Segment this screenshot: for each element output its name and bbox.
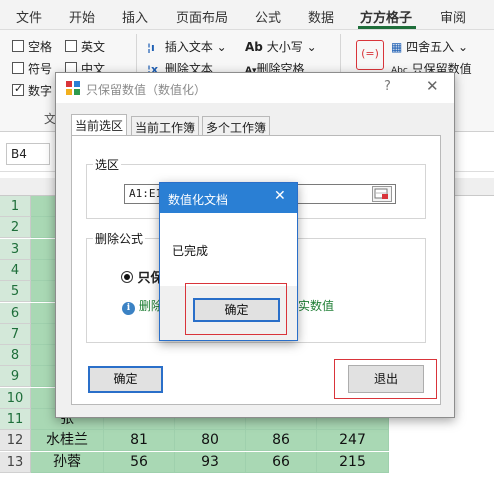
table-cell[interactable]: 93 (175, 452, 246, 473)
round-icon: ▦ (391, 40, 403, 54)
tab-review[interactable]: 审阅 (440, 7, 466, 26)
checkbox-english[interactable]: 英文 (65, 38, 105, 55)
exit-button[interactable]: 退出 (348, 365, 424, 393)
table-cell[interactable]: 247 (317, 430, 389, 451)
table-cell[interactable]: 56 (104, 452, 175, 473)
row-header[interactable]: 7 (0, 324, 31, 345)
message-box: 数值化文档 ✕ 已完成 确定 (159, 182, 298, 341)
row-header[interactable]: 11 (0, 409, 31, 430)
chevron-down-icon: ⌄ (458, 40, 469, 54)
table-cell[interactable]: 66 (246, 452, 317, 473)
checkbox-box[interactable] (12, 62, 24, 74)
tab-fangfang[interactable]: 方方格子 (360, 7, 412, 26)
table-cell[interactable]: 215 (317, 452, 389, 473)
row-header[interactable]: 13 (0, 452, 31, 473)
delete-formula-group-label: 删除公式 (93, 230, 146, 247)
checkbox-symbol[interactable]: 符号 (12, 60, 52, 77)
checkbox-box[interactable] (12, 82, 24, 96)
message-title-bar: 数值化文档 ✕ (160, 183, 297, 213)
message-text: 已完成 (172, 244, 209, 258)
round-label: 四舍五入 (406, 40, 455, 54)
dialog-title: 只保留数值（数值化） (86, 83, 207, 97)
table-cell[interactable]: 孙蓉 (31, 452, 104, 473)
row-header[interactable]: 10 (0, 388, 31, 409)
case-button[interactable]: Ab 大小写 ⌄ (245, 38, 317, 55)
row-header[interactable]: 6 (0, 303, 31, 324)
round-button[interactable]: ▦ 四舍五入 ⌄ (391, 38, 468, 55)
table-cell[interactable]: 80 (175, 430, 246, 451)
row-header[interactable]: 8 (0, 345, 31, 366)
row-header[interactable]: 4 (0, 260, 31, 281)
tab-formulas[interactable]: 公式 (255, 7, 281, 26)
message-title: 数值化文档 (168, 193, 229, 207)
table-cell[interactable]: 水桂兰 (31, 430, 104, 451)
checkbox-label: 英文 (81, 40, 106, 54)
tab-page-layout[interactable]: 页面布局 (176, 7, 228, 26)
app-icon (66, 81, 80, 95)
checkbox-label: 符号 (28, 62, 53, 76)
row-header[interactable]: 3 (0, 239, 31, 260)
insert-text-icon: ¦ı (147, 41, 155, 54)
case-label: 大小写 (266, 40, 303, 54)
message-ok-button[interactable]: 确定 (193, 298, 280, 322)
checkbox-number[interactable]: 数字 (12, 82, 52, 99)
radio-button[interactable] (121, 271, 133, 283)
tab-multiple-workbooks[interactable]: 多个工作簿 (202, 116, 271, 136)
table-cell[interactable]: 81 (104, 430, 175, 451)
checkbox-label: 数字 (28, 84, 53, 98)
chevron-down-icon: ⌄ (306, 40, 317, 54)
keep-values-radio[interactable]: 只保 (121, 267, 164, 286)
case-icon: Ab (245, 40, 263, 54)
numeric-tool-icon[interactable]: (=) (356, 40, 384, 70)
selection-group-label: 选区 (93, 156, 122, 173)
insert-text-button[interactable]: ¦ı 插入文本 ⌄ (147, 38, 227, 55)
info-line: i 删除 (122, 297, 163, 315)
row-header[interactable]: 2 (0, 217, 31, 238)
checkbox-label: 空格 (28, 40, 53, 54)
checkbox-box[interactable] (65, 40, 77, 52)
row-header[interactable]: 9 (0, 366, 31, 387)
close-icon[interactable]: ✕ (274, 188, 286, 204)
help-button[interactable]: ? (384, 79, 391, 94)
active-tab-indicator (358, 26, 416, 29)
row-header[interactable]: 12 (0, 430, 31, 451)
insert-text-label: 插入文本 (164, 40, 213, 54)
table-cell[interactable]: 86 (246, 430, 317, 451)
tab-insert[interactable]: 插入 (122, 7, 148, 26)
ribbon-tab-bar: 文件 开始 插入 页面布局 公式 数据 方方格子 审阅 (0, 0, 494, 30)
dialog-title-bar: 只保留数值（数值化） ? ✕ (56, 73, 454, 103)
tab-file[interactable]: 文件 (16, 7, 42, 26)
row-header[interactable]: 5 (0, 281, 31, 302)
range-picker-glyph (374, 188, 388, 199)
checkbox-box[interactable] (12, 40, 24, 52)
checkbox-space[interactable]: 空格 (12, 38, 52, 55)
info-icon: i (122, 302, 135, 315)
chevron-down-icon: ⌄ (216, 40, 227, 54)
row-header[interactable]: 1 (0, 196, 31, 217)
tab-current-workbook[interactable]: 当前工作簿 (131, 116, 200, 136)
close-icon[interactable]: ✕ (426, 77, 439, 95)
range-picker-icon[interactable] (372, 186, 392, 202)
ok-button[interactable]: 确定 (88, 366, 163, 393)
tab-current-selection[interactable]: 当前选区 (71, 114, 128, 136)
tab-data[interactable]: 数据 (308, 7, 334, 26)
info-text-tail: 实数值 (298, 299, 335, 313)
name-box[interactable]: B4 (6, 143, 50, 165)
tab-home[interactable]: 开始 (69, 7, 95, 26)
